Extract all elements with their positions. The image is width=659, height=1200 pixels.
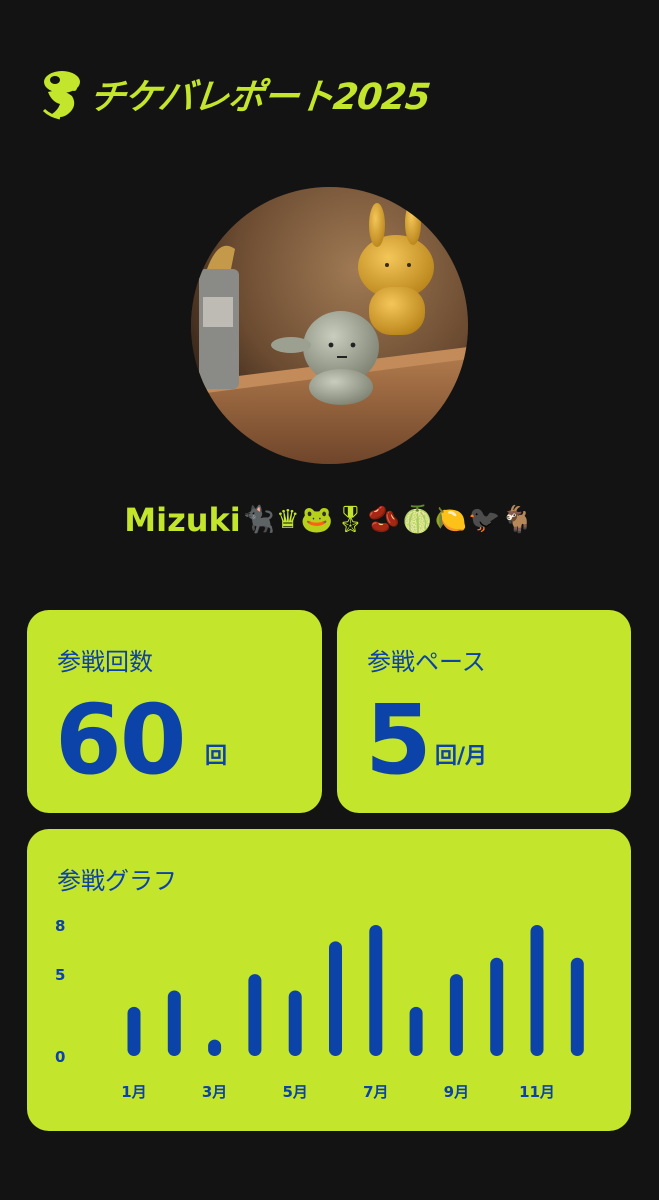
user-name: Mizuki (124, 501, 241, 539)
report-page: チケバレポート2025 (0, 0, 659, 1200)
y-tick-label: 5 (55, 966, 65, 984)
pace-value: 5 (365, 684, 432, 796)
x-tick-label: 9月 (444, 1083, 469, 1101)
bar-3 (208, 1039, 222, 1056)
user-name-row: Mizuki 🐈‍⬛♛🐸🎖🫘🍈🍋🐦‍⬛🐐 (0, 492, 659, 548)
user-emoji-badges: 🐈‍⬛♛🐸🎖🫘🍈🍋🐦‍⬛🐐 (242, 505, 535, 535)
avatar-photo (191, 187, 468, 464)
bar-7 (369, 925, 383, 1056)
count-label: 参戦回数 (57, 648, 153, 676)
y-tick-label: 0 (55, 1048, 65, 1066)
brand-header: チケバレポート2025 (38, 64, 432, 124)
bar-1 (127, 1006, 141, 1056)
pace-unit: 回/月 (435, 744, 488, 769)
x-tick-label: 5月 (282, 1083, 307, 1101)
bar-12 (570, 957, 584, 1056)
mascot-logo-icon (42, 71, 80, 120)
bar-8 (409, 1006, 423, 1056)
x-tick-label: 11月 (519, 1083, 555, 1101)
y-tick-label: 8 (55, 917, 65, 935)
bar-10 (490, 957, 504, 1056)
bar-11 (530, 925, 544, 1056)
x-tick-label: 3月 (202, 1083, 227, 1101)
attendance-pace-card: 参戦ペース 5 回/月 (337, 610, 631, 813)
bar-4 (248, 974, 262, 1056)
attendance-bar-chart: 0 5 8 1月 3月 5月 7月 9月 11月 (55, 917, 584, 1101)
app-title: チケバレポート2025 (87, 77, 432, 118)
attendance-count-card: 参戦回数 60 回 (27, 610, 322, 813)
attendance-graph-card: 参戦グラフ 0 5 8 1月 3月 5月 7月 9月 11月 (27, 829, 631, 1131)
x-tick-label: 7月 (363, 1083, 388, 1101)
pace-label: 参戦ペース (367, 648, 486, 676)
bar-6 (329, 941, 342, 1056)
count-value: 60 (55, 684, 187, 796)
x-tick-label: 1月 (121, 1083, 146, 1101)
avatar[interactable] (191, 187, 468, 464)
count-unit: 回 (205, 744, 228, 769)
bar-2 (167, 990, 181, 1056)
bar-5 (288, 990, 302, 1056)
bar-9 (449, 974, 463, 1056)
